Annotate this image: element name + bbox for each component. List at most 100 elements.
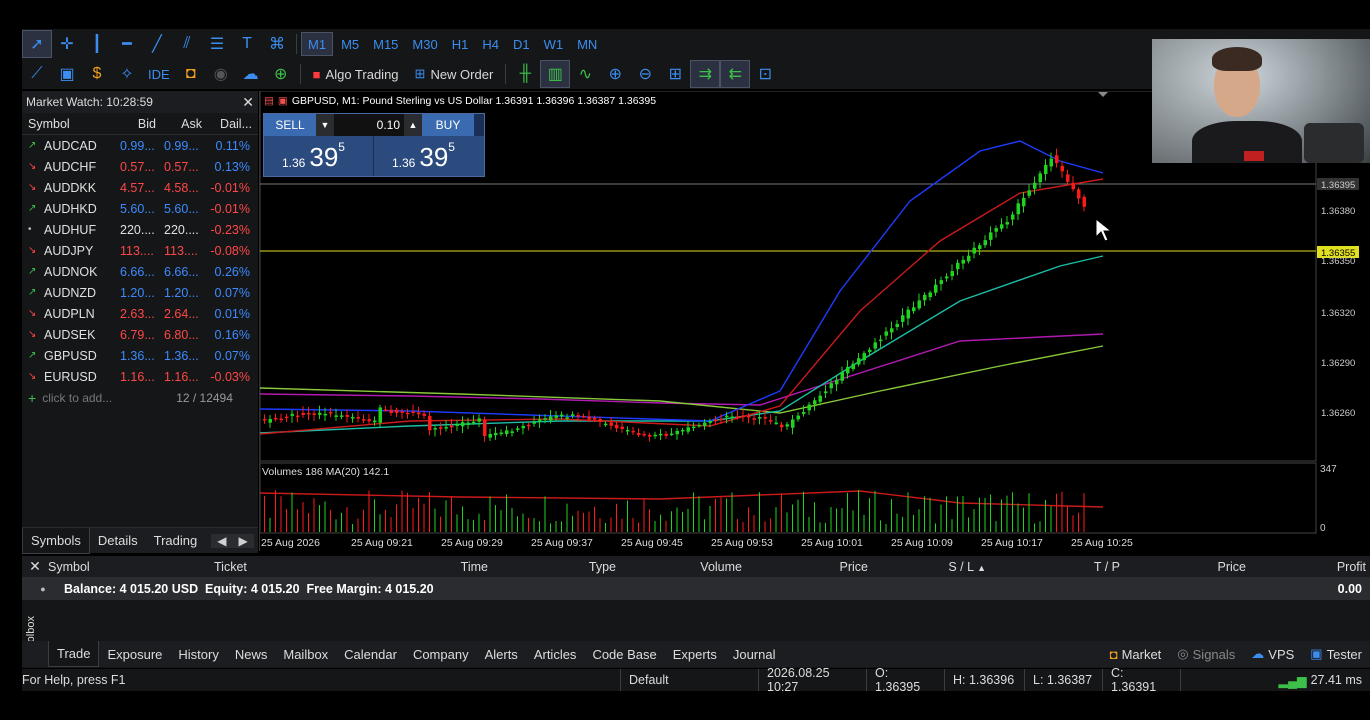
tab-company[interactable]: Company xyxy=(405,641,477,667)
autoscroll-icon[interactable]: ⇉ xyxy=(690,60,721,88)
col-sl[interactable]: S / L ▲ xyxy=(868,560,986,574)
symbol-row[interactable]: ↘ AUDJPY 113.... 113.... -0.08% xyxy=(22,240,258,261)
tab-alerts[interactable]: Alerts xyxy=(477,641,526,667)
candle-body xyxy=(923,294,927,301)
timeframe-d1-button[interactable]: D1 xyxy=(507,32,536,56)
col-profit[interactable]: Profit xyxy=(1246,560,1370,574)
col-ticket[interactable]: Ticket xyxy=(214,560,348,574)
chart-shift-icon[interactable]: ⇇ xyxy=(720,60,751,88)
timeframe-w1-button[interactable]: W1 xyxy=(538,32,570,56)
market-bag-icon[interactable]: ◘ xyxy=(176,60,206,88)
tab-experts[interactable]: Experts xyxy=(665,641,725,667)
tab-articles[interactable]: Articles xyxy=(526,641,585,667)
col-volume[interactable]: Volume xyxy=(616,560,742,574)
symbol-row[interactable]: ↗ AUDCAD 0.99... 0.99... 0.11% xyxy=(22,135,258,156)
buy-button[interactable]: BUY xyxy=(422,114,474,136)
tab-trading[interactable]: Trading xyxy=(146,528,206,554)
col-symbol[interactable]: Symbol xyxy=(22,117,114,131)
tab-scroll-right-icon[interactable]: ▶ xyxy=(232,533,254,548)
tile-windows-icon[interactable]: ⊞ xyxy=(660,60,690,88)
chart-templates-icon[interactable]: ▣ xyxy=(52,60,82,88)
chart-type-icon[interactable]: ⟋ xyxy=(22,60,52,88)
timeframe-m1-button[interactable]: M1 xyxy=(301,32,334,56)
trendline-icon[interactable]: ╱ xyxy=(142,30,172,58)
status-connection[interactable]: ▂▄▆ 27.41 ms xyxy=(1180,669,1370,691)
symbol-row[interactable]: • AUDHUF 220.... 220.... -0.23% xyxy=(22,219,258,240)
sell-button[interactable]: SELL xyxy=(264,114,316,136)
symbol-row[interactable]: ↘ AUDCHF 0.57... 0.57... 0.13% xyxy=(22,156,258,177)
symbol-row[interactable]: ↘ AUDDKK 4.57... 4.58... -0.01% xyxy=(22,177,258,198)
channel-icon[interactable]: ⫽ xyxy=(172,30,202,58)
col-symbol[interactable]: Symbol xyxy=(48,560,214,574)
tab-trade[interactable]: Trade xyxy=(48,641,100,667)
cloud-icon[interactable]: ☁ xyxy=(236,60,266,88)
candle-body xyxy=(637,432,641,435)
symbol-row[interactable]: ↗ AUDNOK 6.66... 6.66... 0.26% xyxy=(22,261,258,282)
tab-code-base[interactable]: Code Base xyxy=(584,641,664,667)
tab-news[interactable]: News xyxy=(227,641,276,667)
shapes-icon[interactable]: ⌘ xyxy=(262,30,292,58)
col-tp[interactable]: T / P xyxy=(986,560,1120,574)
tab-scroll-left-icon[interactable]: ◀ xyxy=(211,533,233,548)
zoom-out-icon[interactable]: ⊖ xyxy=(630,60,660,88)
tab-calendar[interactable]: Calendar xyxy=(336,641,405,667)
col-time[interactable]: Time xyxy=(348,560,488,574)
lot-down-icon[interactable]: ▼ xyxy=(316,114,334,136)
vertical-line-icon[interactable]: ┃ xyxy=(82,30,112,58)
close-icon[interactable]: ✕ xyxy=(242,94,254,111)
status-profile[interactable]: Default xyxy=(620,669,758,691)
symbol-row[interactable]: ↘ AUDPLN 2.63... 2.64... 0.01% xyxy=(22,303,258,324)
col-type[interactable]: Type xyxy=(488,560,616,574)
buy-price-button[interactable]: 1.36 39 5 xyxy=(374,136,484,176)
new-order-button[interactable]: ⊞ New Order xyxy=(407,66,502,82)
signals-icon[interactable]: ◉ xyxy=(206,60,236,88)
bar-chart-icon[interactable]: ╫ xyxy=(510,60,540,88)
line-chart-icon[interactable]: ∿ xyxy=(570,60,600,88)
tab-journal[interactable]: Journal xyxy=(725,641,784,667)
signals-tab[interactable]: ◎ Signals xyxy=(1169,641,1243,667)
timeframe-mn-button[interactable]: MN xyxy=(571,32,603,56)
col-bid[interactable]: Bid xyxy=(114,117,164,131)
symbol-row[interactable]: ↗ GBPUSD 1.36... 1.36... 0.07% xyxy=(22,345,258,366)
horizontal-line-icon[interactable]: ━ xyxy=(112,30,142,58)
symbol-row[interactable]: ↗ AUDHKD 5.60... 5.60... -0.01% xyxy=(22,198,258,219)
cursor-icon[interactable]: ➚ xyxy=(22,30,52,58)
timeframe-m15-button[interactable]: M15 xyxy=(367,32,404,56)
symbol-row[interactable]: ↗ AUDNZD 1.20... 1.20... 0.07% xyxy=(22,282,258,303)
tab-mailbox[interactable]: Mailbox xyxy=(275,641,336,667)
symbol-row[interactable]: ↘ EURUSD 1.16... 1.16... -0.03% xyxy=(22,366,258,387)
ide-button[interactable]: IDE xyxy=(142,62,176,86)
timeframe-h4-button[interactable]: H4 xyxy=(476,32,505,56)
fibonacci-icon[interactable]: ☰ xyxy=(202,30,232,58)
tab-exposure[interactable]: Exposure xyxy=(99,641,170,667)
tester-tab[interactable]: ▣ Tester xyxy=(1302,641,1370,667)
lot-size-input[interactable]: 0.10 xyxy=(334,114,404,136)
text-icon[interactable]: T xyxy=(232,30,262,58)
col-ask[interactable]: Ask xyxy=(164,117,206,131)
add-symbol-row[interactable]: + click to add... 12 / 12494 xyxy=(22,387,258,408)
candles-icon[interactable]: ▥ xyxy=(540,60,571,88)
timeframe-h1-button[interactable]: H1 xyxy=(446,32,475,56)
close-icon[interactable]: ✕ xyxy=(22,558,48,575)
lot-up-icon[interactable]: ▲ xyxy=(404,114,422,136)
tab-symbols[interactable]: Symbols xyxy=(22,527,90,554)
timeframe-m30-button[interactable]: M30 xyxy=(406,32,443,56)
sell-price-button[interactable]: 1.36 39 5 xyxy=(264,136,374,176)
vps-globe-icon[interactable]: ⊕ xyxy=(266,60,296,88)
crosshair-icon[interactable]: ✛ xyxy=(52,30,82,58)
tab-history[interactable]: History xyxy=(170,641,226,667)
indicators-icon[interactable]: ✧ xyxy=(112,60,142,88)
col-current-price[interactable]: Price xyxy=(1120,560,1246,574)
tab-details[interactable]: Details xyxy=(90,528,146,554)
market-tab[interactable]: ◘ Market xyxy=(1102,641,1170,667)
dollar-icon[interactable]: $ xyxy=(82,60,112,88)
screenshot-icon[interactable]: ⊡ xyxy=(750,60,780,88)
chart-shift-marker-icon[interactable] xyxy=(1098,92,1108,97)
timeframe-m5-button[interactable]: M5 xyxy=(335,32,365,56)
vps-tab[interactable]: ☁ VPS xyxy=(1243,641,1302,667)
symbol-row[interactable]: ↘ AUDSEK 6.79... 6.80... 0.16% xyxy=(22,324,258,345)
col-daily[interactable]: Dail... xyxy=(206,117,256,131)
algo-trading-button[interactable]: ■ Algo Trading xyxy=(305,67,407,82)
zoom-in-icon[interactable]: ⊕ xyxy=(600,60,630,88)
col-price[interactable]: Price xyxy=(742,560,868,574)
